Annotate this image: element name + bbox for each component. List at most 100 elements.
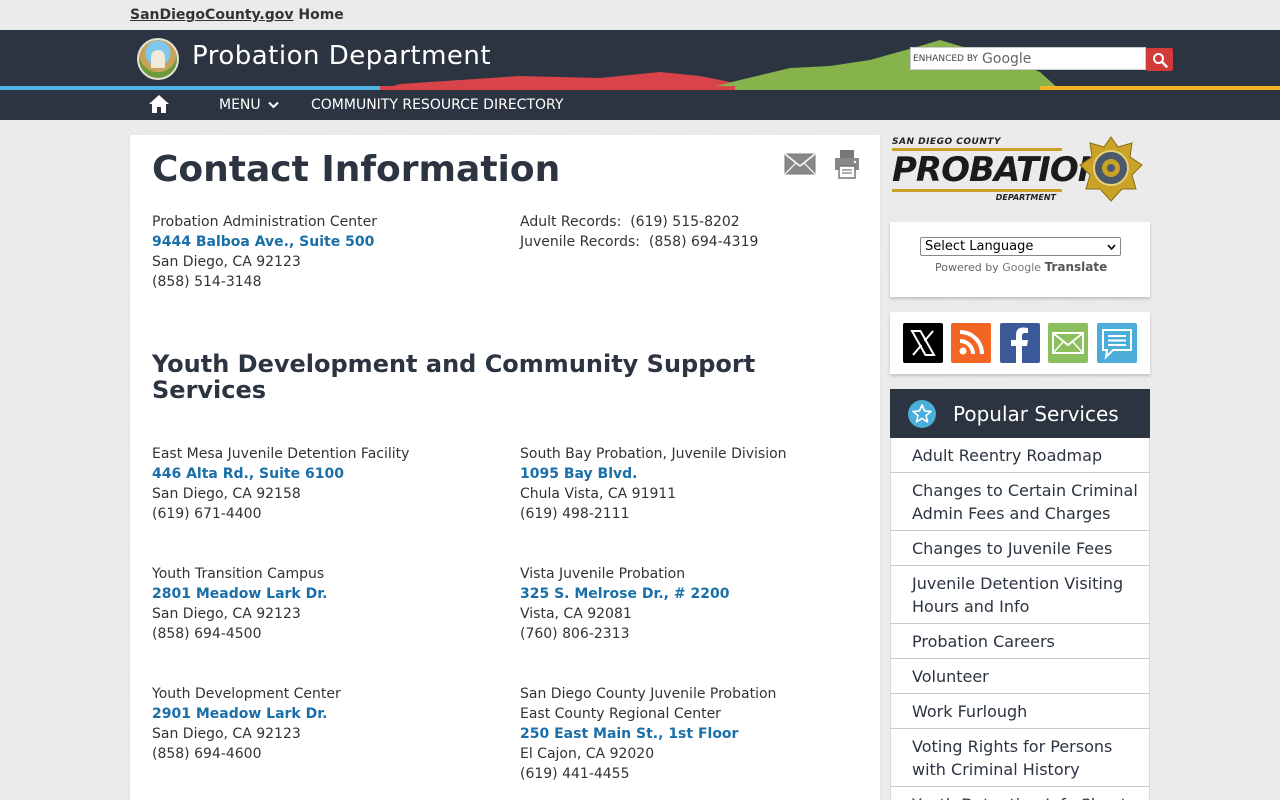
language-select-label: Select Language: [925, 239, 1034, 254]
facility-city: San Diego, CA 92123: [152, 726, 301, 742]
facility-address-link[interactable]: 446 Alta Rd., Suite 6100: [152, 464, 409, 484]
powered-by-label: Powered by: [935, 261, 999, 274]
juvenile-records: Juvenile Records: (858) 694-4319: [520, 234, 759, 250]
facility-phone: (619) 441-4455: [520, 766, 630, 782]
facility-city: Chula Vista, CA 91911: [520, 486, 677, 502]
search-google-label: Google: [982, 50, 1032, 67]
facility-name: Youth Development Center: [152, 686, 341, 702]
list-item[interactable]: Changes to Juvenile Fees: [890, 531, 1150, 566]
menu-button[interactable]: MENU: [219, 97, 279, 113]
facility-block: Vista Juvenile Probation 325 S. Melrose …: [520, 564, 729, 644]
list-item[interactable]: Probation Careers: [890, 624, 1150, 659]
probation-badge-icon: [1079, 136, 1143, 202]
language-select[interactable]: Select Language: [920, 237, 1121, 256]
x-icon[interactable]: [903, 323, 943, 363]
rss-glyph: [959, 330, 984, 355]
brand-probation: PROBATION: [892, 150, 1106, 190]
home-icon[interactable]: [148, 94, 170, 114]
page-title: Contact Information: [152, 149, 561, 190]
list-item[interactable]: Work Furlough: [890, 694, 1150, 729]
popular-services-header: Popular Services: [890, 389, 1150, 438]
list-item[interactable]: Youth Detention Info Sheet: [890, 787, 1150, 800]
facility-address-link[interactable]: 1095 Bay Blvd.: [520, 464, 787, 484]
email-icon[interactable]: [1048, 323, 1088, 363]
popular-services-title: Popular Services: [953, 402, 1119, 426]
facility-name: Vista Juvenile Probation: [520, 566, 686, 582]
county-home-link[interactable]: SanDiegoCounty.gov Home: [130, 7, 344, 23]
email-glyph: [1052, 332, 1084, 354]
print-icon[interactable]: [834, 149, 860, 179]
home-label: Home: [298, 7, 344, 23]
facility-address-link[interactable]: 250 East Main St., 1st Floor: [520, 724, 776, 744]
facility-block: San Diego County Juvenile Probation East…: [520, 684, 776, 784]
facebook-icon[interactable]: [1000, 323, 1040, 363]
admin-center-address-link[interactable]: 9444 Balboa Ave., Suite 500: [152, 232, 377, 252]
facility-name: San Diego County Juvenile Probation: [520, 686, 777, 702]
site-header: Probation Department ENHANCED BY Google: [0, 30, 1280, 90]
comment-glyph: [1102, 329, 1132, 360]
facility-city: Vista, CA 92081: [520, 606, 632, 622]
list-item[interactable]: Juvenile Detention Visiting Hours and In…: [890, 566, 1150, 624]
facility-block: East Mesa Juvenile Detention Facility 44…: [152, 444, 409, 524]
facility-phone: (619) 498-2111: [520, 506, 630, 522]
records-block: Adult Records: (619) 515-8202 Juvenile R…: [520, 212, 758, 252]
admin-center-block: Probation Administration Center 9444 Bal…: [152, 212, 377, 292]
facebook-glyph: [1011, 327, 1028, 363]
facility-city: El Cajon, CA 92020: [520, 746, 655, 762]
facility-name-secondary: East County Regional Center: [520, 706, 721, 722]
x-logo-glyph: [910, 330, 936, 356]
facility-city: San Diego, CA 92158: [152, 486, 301, 502]
brand-department: DEPARTMENT: [995, 193, 1056, 202]
social-links: [890, 312, 1150, 374]
chevron-down-icon: [267, 101, 279, 109]
rss-icon[interactable]: [951, 323, 991, 363]
facility-block: Youth Development Center 2901 Meadow Lar…: [152, 684, 341, 764]
search-button[interactable]: [1146, 48, 1173, 71]
star-icon: [908, 400, 936, 428]
adult-records: Adult Records: (619) 515-8202: [520, 214, 740, 230]
popular-services-list: Adult Reentry Roadmap Changes to Certain…: [890, 438, 1150, 800]
community-resource-directory-link[interactable]: COMMUNITY RESOURCE DIRECTORY: [311, 97, 563, 113]
county-site-name: SanDiegoCounty.gov: [130, 7, 294, 23]
facility-phone: (760) 806-2313: [520, 626, 630, 642]
facility-phone: (858) 694-4500: [152, 626, 262, 642]
facility-address-link[interactable]: 2901 Meadow Lark Dr.: [152, 704, 341, 724]
google-label: Google: [1002, 261, 1042, 274]
facility-address-link[interactable]: 2801 Meadow Lark Dr.: [152, 584, 327, 604]
admin-center-city: San Diego, CA 92123: [152, 254, 301, 270]
section-title: Youth Development and Community Support …: [152, 350, 756, 404]
utility-bar: SanDiegoCounty.gov Home: [0, 0, 1280, 30]
email-page-icon[interactable]: [784, 153, 816, 175]
facility-name: Youth Transition Campus: [152, 566, 325, 582]
menu-label: MENU: [219, 97, 261, 113]
search-enhanced-label: ENHANCED BY: [913, 53, 979, 64]
county-seal-logo[interactable]: [137, 38, 179, 80]
facility-block: South Bay Probation, Juvenile Division 1…: [520, 444, 787, 524]
facility-address-link[interactable]: 325 S. Melrose Dr., # 2200: [520, 584, 729, 604]
facility-phone: (619) 671-4400: [152, 506, 262, 522]
main-nav: MENU COMMUNITY RESOURCE DIRECTORY: [0, 90, 1280, 120]
facility-phone: (858) 694-4600: [152, 746, 262, 762]
powered-by-google-translate[interactable]: Powered by Google Translate: [935, 260, 1107, 274]
facility-city: San Diego, CA 92123: [152, 606, 301, 622]
main-content: Contact Information Probation Administra…: [130, 135, 880, 800]
translate-widget: Select Language Powered by Google Transl…: [890, 222, 1150, 297]
translate-label: Translate: [1044, 260, 1108, 274]
search-input[interactable]: ENHANCED BY Google: [910, 47, 1146, 70]
list-item[interactable]: Volunteer: [890, 659, 1150, 694]
chevron-down-icon: [1107, 243, 1116, 250]
department-title[interactable]: Probation Department: [192, 41, 491, 71]
list-item[interactable]: Adult Reentry Roadmap: [890, 438, 1150, 473]
comment-icon[interactable]: [1097, 323, 1137, 363]
list-item[interactable]: Voting Rights for Persons with Criminal …: [890, 729, 1150, 787]
facility-block: Youth Transition Campus 2801 Meadow Lark…: [152, 564, 327, 644]
brand-county: SAN DIEGO COUNTY: [892, 137, 1002, 147]
probation-logo-text: SAN DIEGO COUNTY PROBATION DEPARTMENT: [892, 137, 1106, 202]
popular-services: Popular Services Adult Reentry Roadmap C…: [890, 389, 1150, 800]
search-icon: [1152, 52, 1168, 68]
admin-center-name: Probation Administration Center: [152, 214, 377, 230]
facility-name: South Bay Probation, Juvenile Division: [520, 446, 787, 462]
list-item[interactable]: Changes to Certain Criminal Admin Fees a…: [890, 473, 1150, 531]
probation-brand: SAN DIEGO COUNTY PROBATION DEPARTMENT: [890, 135, 1150, 205]
facility-name: East Mesa Juvenile Detention Facility: [152, 446, 410, 462]
